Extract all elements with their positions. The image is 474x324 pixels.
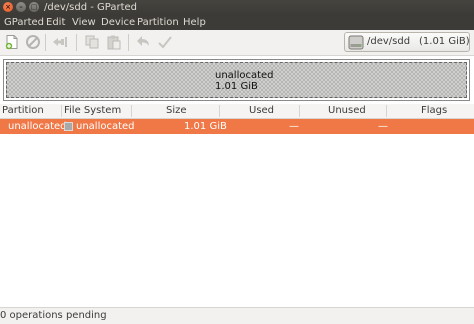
column-separator (61, 105, 62, 117)
cell-partition: unallocated (8, 121, 67, 132)
toolbar: /dev/sdd (1.01 GiB) (0, 30, 474, 56)
column-header-partition[interactable]: Partition (2, 104, 44, 118)
column-header-used[interactable]: Used (249, 104, 274, 118)
menu-edit[interactable]: Edit (46, 17, 65, 28)
title-bar: × – □ /dev/sdd - GParted (0, 0, 474, 16)
block-size: 1.01 GiB (215, 81, 258, 92)
cell-used: — (289, 121, 299, 132)
column-header-flags[interactable]: Flags (421, 104, 447, 118)
close-button[interactable]: × (3, 2, 13, 12)
toolbar-separator (76, 34, 77, 51)
undo-button[interactable] (135, 34, 151, 50)
menu-gparted[interactable]: GParted (4, 17, 44, 28)
resize-move-button[interactable] (52, 34, 68, 50)
paste-button[interactable] (106, 34, 122, 50)
column-header-filesystem[interactable]: File System (64, 104, 121, 118)
filesystem-color-swatch (64, 122, 73, 131)
disk-map: unallocated 1.01 GiB (3, 59, 470, 101)
minimize-button[interactable]: – (16, 2, 26, 12)
menu-device[interactable]: Device (101, 17, 135, 28)
delete-icon (26, 35, 40, 49)
column-separator (299, 105, 300, 117)
device-selector[interactable]: /dev/sdd (1.01 GiB) (344, 32, 470, 52)
toolbar-separator (128, 34, 129, 51)
copy-button[interactable] (84, 34, 100, 50)
table-row[interactable]: unallocated unallocated 1.01 GiB — — (0, 119, 474, 134)
device-path: /dev/sdd (367, 36, 411, 47)
paste-icon (107, 35, 121, 50)
device-size: (1.01 GiB) (419, 36, 470, 47)
menu-bar: GParted Edit View Device Partition Help (0, 16, 474, 30)
cell-filesystem: unallocated (76, 121, 135, 132)
table-header: Partition File System Size Used Unused F… (0, 104, 474, 119)
cell-unused: — (378, 121, 388, 132)
toolbar-separator (45, 34, 46, 51)
status-bar: 0 operations pending (0, 307, 474, 324)
resize-icon (53, 37, 67, 47)
new-partition-button[interactable] (4, 34, 20, 50)
maximize-button[interactable]: □ (29, 2, 39, 12)
column-header-unused[interactable]: Unused (328, 104, 366, 118)
menu-view[interactable]: View (72, 17, 96, 28)
new-partition-icon (5, 35, 18, 50)
menu-partition[interactable]: Partition (137, 17, 179, 28)
partition-table: Partition File System Size Used Unused F… (0, 104, 474, 307)
menu-help[interactable]: Help (183, 17, 206, 28)
status-text: 0 operations pending (0, 310, 107, 321)
apply-icon (158, 36, 172, 49)
cell-size: 1.01 GiB (184, 121, 227, 132)
column-separator (386, 105, 387, 117)
delete-button[interactable] (25, 34, 41, 50)
block-label: unallocated (215, 70, 274, 81)
column-separator (219, 105, 220, 117)
copy-icon (85, 35, 99, 49)
column-header-size[interactable]: Size (166, 104, 187, 118)
window-title: /dev/sdd - GParted (44, 2, 138, 13)
unallocated-block[interactable]: unallocated 1.01 GiB (6, 62, 467, 98)
column-separator (131, 105, 132, 117)
apply-button[interactable] (157, 34, 173, 50)
drive-icon (348, 35, 364, 50)
undo-icon (137, 36, 149, 46)
